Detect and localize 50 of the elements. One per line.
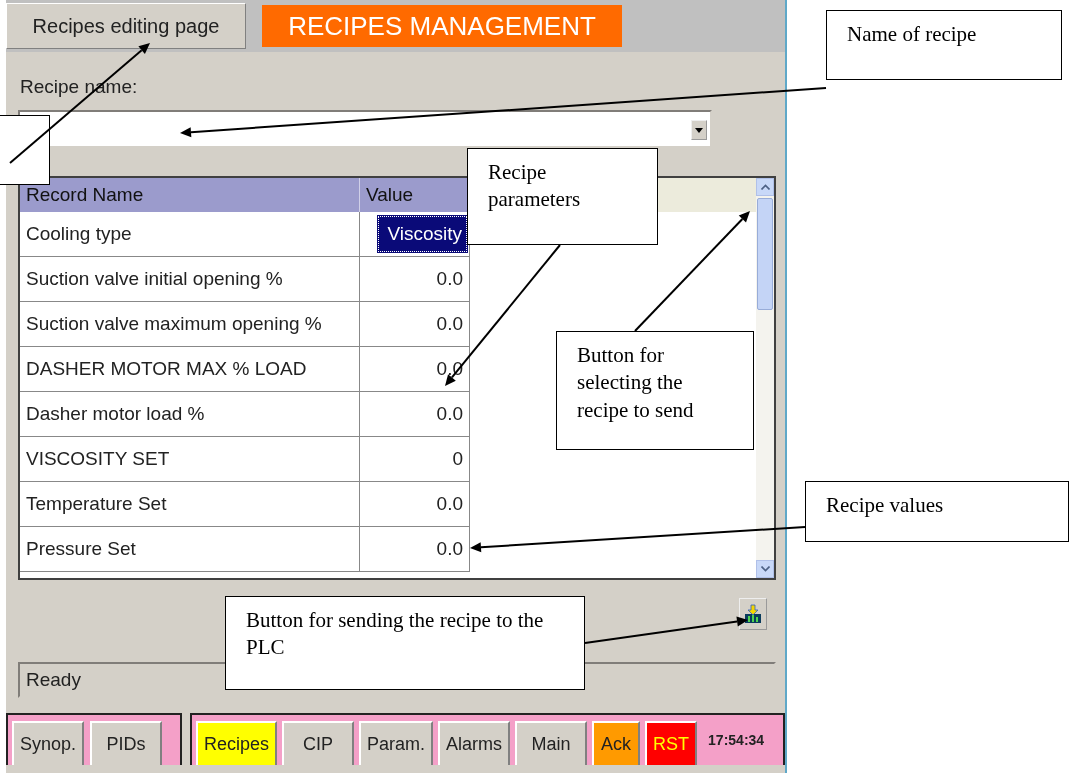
table-cell: Temperature Set: [20, 482, 360, 527]
scrollbar[interactable]: [756, 178, 774, 578]
table-cell[interactable]: Viscosity: [360, 212, 470, 257]
send-recipe-button[interactable]: [739, 598, 767, 630]
nav-button[interactable]: Recipes: [196, 721, 278, 765]
table-cell[interactable]: 0.0: [360, 482, 470, 527]
cell-value: 0.0: [435, 267, 464, 291]
table-cell: VISCOSITY SET: [20, 437, 360, 482]
column-header: Value: [360, 178, 470, 212]
table-cell: Pressure Set: [20, 527, 360, 572]
chevron-up-icon: [760, 184, 770, 190]
cell-value: 0: [451, 447, 464, 471]
editing-page-button[interactable]: Recipes editing page: [6, 3, 246, 49]
table-cell: DASHER MOTOR MAX % LOAD: [20, 347, 360, 392]
clock-time: 17:54:34: [708, 732, 765, 748]
nav-button[interactable]: Main: [515, 721, 588, 765]
nav-button[interactable]: CIP: [282, 721, 355, 765]
scroll-down-button[interactable]: [756, 560, 774, 578]
table-cell: Cooling type: [20, 212, 360, 257]
cell-value: 0.0: [435, 492, 464, 516]
callout-label: Button for selecting the recipe to send: [556, 331, 754, 450]
callout-label: Name of recipe: [826, 10, 1062, 80]
table-cell: Dasher motor load %: [20, 392, 360, 437]
table-cell: Suction valve maximum opening %: [20, 302, 360, 347]
callout-label: Recipe values: [805, 481, 1069, 542]
table-cell[interactable]: 0.0: [360, 257, 470, 302]
nav-button[interactable]: PIDs: [90, 721, 163, 765]
chevron-down-icon: [760, 566, 770, 572]
nav-button[interactable]: Alarms: [438, 721, 511, 765]
scroll-up-button[interactable]: [756, 178, 774, 196]
table-cell: Suction valve initial opening %: [20, 257, 360, 302]
callout-label: Recipe parameters: [467, 148, 658, 245]
callout-label: Button for sending the recipe to the PLC: [225, 596, 585, 690]
table-cell[interactable]: 0.0: [360, 527, 470, 572]
cell-value: 0.0: [435, 537, 464, 561]
table-cell[interactable]: 0.0: [360, 302, 470, 347]
recipe-name-dropdown[interactable]: [18, 110, 712, 148]
cell-value: 0.0: [435, 312, 464, 336]
nav-button[interactable]: Param.: [359, 721, 434, 765]
column-header: Record Name: [20, 178, 360, 212]
table-cell[interactable]: 0.0: [360, 392, 470, 437]
nav-button[interactable]: Synop.: [12, 721, 85, 765]
cell-value: 0.0: [435, 402, 464, 426]
chart-download-icon: [743, 604, 763, 624]
page-title: RECIPES MANAGEMENT: [262, 5, 622, 47]
scroll-thumb[interactable]: [757, 198, 773, 310]
nav-button[interactable]: Ack: [592, 721, 641, 765]
cell-value: Viscosity: [378, 216, 467, 252]
nav-button[interactable]: RST: [645, 721, 698, 765]
table-cell[interactable]: 0: [360, 437, 470, 482]
